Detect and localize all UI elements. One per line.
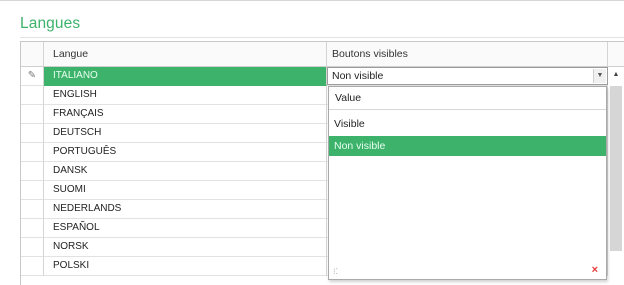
dropdown-option[interactable]: Non visible <box>329 136 606 156</box>
language-cell[interactable]: SUOMI <box>44 181 327 200</box>
language-cell[interactable]: POLSKI <box>44 257 327 276</box>
header-filler <box>608 42 624 66</box>
row-indicator <box>21 181 44 200</box>
column-header-language[interactable]: Langue <box>44 42 327 66</box>
row-indicator <box>21 86 44 105</box>
dropdown-option[interactable]: Visible <box>329 114 606 134</box>
language-cell[interactable]: NORSK <box>44 238 327 257</box>
dropdown-arrow-icon[interactable]: ▼ <box>593 69 606 83</box>
dropdown-header: Value <box>329 87 606 110</box>
language-cell[interactable]: FRANÇAIS <box>44 105 327 124</box>
row-indicator <box>21 124 44 143</box>
language-cell[interactable]: ITALIANO <box>44 67 327 86</box>
value-dropdown-popup: Value Visible Non visible ⁝⁚ × <box>328 86 607 280</box>
row-indicator <box>21 143 44 162</box>
column-header-visible-buttons[interactable]: Boutons visibles <box>327 42 608 66</box>
row-indicator <box>21 257 44 276</box>
row-indicator-header <box>21 42 44 66</box>
section-title: Langues <box>20 15 81 32</box>
resize-grip-icon[interactable]: ⁝⁚ <box>333 267 338 277</box>
row-indicator <box>21 162 44 181</box>
editor-value: Non visible <box>332 70 384 82</box>
row-indicator <box>21 238 44 257</box>
close-icon[interactable]: × <box>592 264 598 276</box>
row-indicator <box>21 200 44 219</box>
title-underline <box>20 37 624 38</box>
scroll-up-arrow-icon[interactable]: ▲ <box>608 66 624 84</box>
vertical-scrollbar-thumb[interactable] <box>610 86 622 251</box>
grid-header: Langue Boutons visibles <box>21 42 624 67</box>
language-cell[interactable]: ENGLISH <box>44 86 327 105</box>
visible-buttons-editor[interactable]: Non visible ▼ <box>327 67 608 85</box>
language-cell[interactable]: NEDERLANDS <box>44 200 327 219</box>
language-cell[interactable]: DANSK <box>44 162 327 181</box>
language-cell[interactable]: DEUTSCH <box>44 124 327 143</box>
row-indicator <box>21 219 44 238</box>
language-cell[interactable]: ESPAÑOL <box>44 219 327 238</box>
top-divider <box>0 0 624 1</box>
language-cell[interactable]: PORTUGUÊS <box>44 143 327 162</box>
edit-pencil-icon: ✎ <box>21 67 44 86</box>
row-indicator <box>21 105 44 124</box>
